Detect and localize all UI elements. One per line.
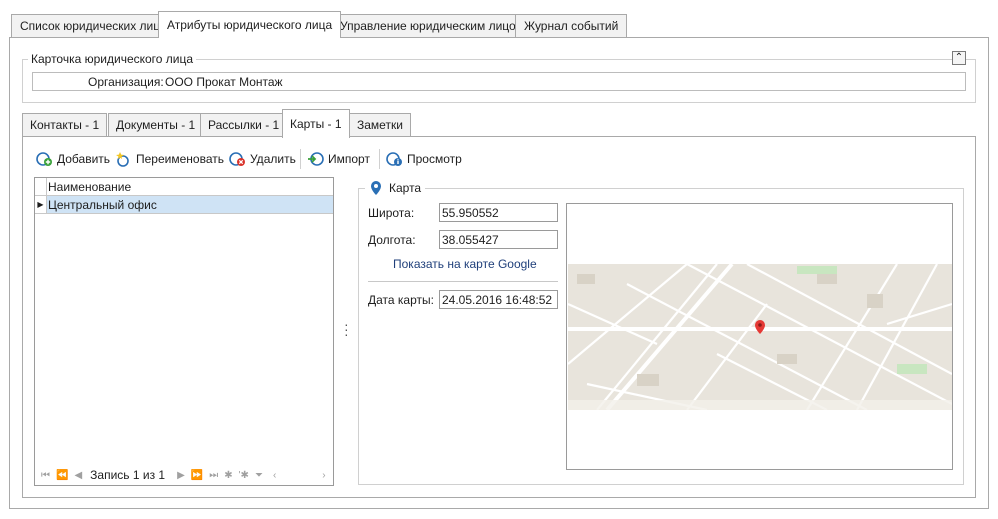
scroll-right-icon[interactable]: › [322, 470, 325, 481]
view-button[interactable]: Просмотр [386, 151, 462, 167]
table-row[interactable]: ▶ Центральный офис [35, 196, 333, 214]
record-counter: Запись 1 из 1 [90, 468, 166, 482]
latitude-field[interactable]: 55.950552 [439, 203, 558, 222]
tab-contacts[interactable]: Контакты - 1 [22, 113, 108, 137]
fields-divider [368, 281, 558, 282]
delete-icon [229, 152, 245, 166]
append-icon[interactable]: ✱ [224, 470, 232, 481]
tab-legal-entity-attributes[interactable]: Атрибуты юридического лица [158, 11, 342, 38]
toolbar-divider [379, 149, 380, 169]
next-page-icon[interactable]: ⏩ [191, 470, 203, 481]
prev-page-icon[interactable]: ⏪ [56, 470, 68, 481]
tab-notes[interactable]: Заметки [349, 113, 411, 137]
rename-icon [116, 152, 129, 167]
longitude-label: Долгота: [368, 233, 416, 247]
show-on-google-link[interactable]: Показать на карте Google [393, 257, 537, 271]
view-label: Просмотр [407, 152, 462, 166]
grid-header: Наименование [35, 178, 333, 196]
rename-label: Переименовать [136, 152, 224, 166]
longitude-field[interactable]: 38.055427 [439, 230, 558, 249]
view-icon [386, 152, 402, 166]
import-label: Импорт [328, 152, 370, 166]
scroll-left-icon[interactable]: ‹ [273, 470, 276, 481]
prev-record-icon[interactable]: ◀ [74, 470, 82, 481]
tab-event-log[interactable]: Журнал событий [515, 14, 628, 37]
edit-icon[interactable]: '✱ [239, 470, 249, 481]
latitude-label: Широта: [368, 206, 415, 220]
map-title: Карта [389, 181, 422, 195]
tab-legal-entities-list[interactable]: Список юридических лиц [11, 14, 170, 37]
toolbar-divider [300, 149, 301, 169]
add-button[interactable]: Добавить [36, 151, 110, 167]
delete-button[interactable]: Удалить [229, 151, 296, 167]
map-group-title: Карта [365, 180, 426, 196]
next-record-icon[interactable]: ▶ [177, 470, 185, 481]
organization-value: ООО Прокат Монтаж [165, 75, 283, 89]
splitter-handle[interactable]: · · · [344, 317, 349, 341]
tab-legal-entity-management[interactable]: Управление юридическим лицом [331, 14, 533, 37]
collapse-icon[interactable]: ⌃ [952, 51, 966, 65]
map-date-label: Дата карты: [368, 293, 434, 307]
add-label: Добавить [57, 152, 111, 166]
rename-button[interactable]: Переименовать [115, 151, 224, 167]
header-indicator [35, 178, 47, 195]
tab-documents[interactable]: Документы - 1 [108, 113, 204, 137]
map-image-frame [566, 203, 953, 470]
grid-navigator: ⏮ ⏪ ◀ Запись 1 из 1 ▶ ⏩ ⏭ ✱ '✱ ⏷ ‹ › [35, 465, 333, 485]
delete-label: Удалить [250, 152, 296, 166]
map-image [567, 262, 952, 412]
add-icon [36, 152, 52, 166]
card-group-title: Карточка юридического лица [28, 52, 197, 66]
organization-label: Организация: [88, 75, 164, 89]
import-button[interactable]: Импорт [307, 151, 370, 167]
row-name-cell[interactable]: Центральный офис [48, 198, 157, 212]
column-header-name[interactable]: Наименование [48, 180, 131, 194]
maps-grid: Наименование ▶ Центральный офис ⏮ ⏪ ◀ За… [34, 177, 334, 486]
map-pin-icon [371, 181, 381, 195]
tab-mailings[interactable]: Рассылки - 1 [200, 113, 288, 137]
last-record-icon[interactable]: ⏭ [209, 470, 218, 481]
row-indicator-icon: ▶ [35, 196, 47, 213]
first-record-icon[interactable]: ⏮ [41, 470, 50, 481]
import-icon [308, 152, 324, 166]
map-date-field[interactable]: 24.05.2016 16:48:52 [439, 290, 558, 309]
filter-icon[interactable]: ⏷ [255, 470, 263, 481]
tab-maps[interactable]: Карты - 1 [282, 109, 350, 138]
